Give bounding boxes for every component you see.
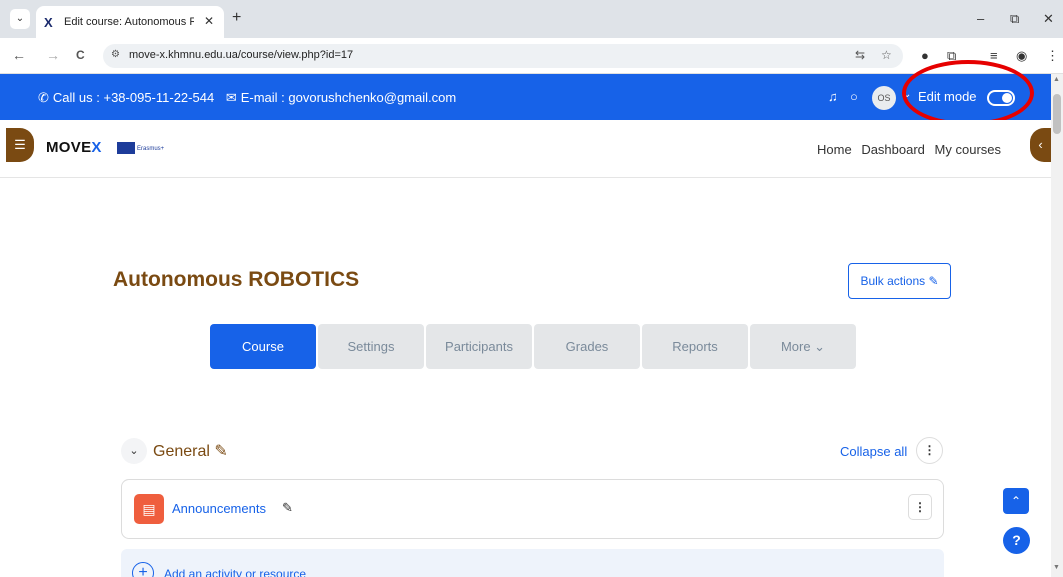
tab-settings[interactable]: Settings (318, 324, 424, 369)
bulk-actions-label: Bulk actions (860, 274, 926, 288)
omnibox[interactable]: ⚙ move-x.khmnu.edu.ua/course/view.php?id… (103, 44, 903, 68)
minimize-icon[interactable]: – (977, 11, 984, 26)
tab-participants[interactable]: Participants (426, 324, 532, 369)
messages-icon[interactable]: ○ (850, 89, 858, 104)
extension-icon[interactable]: ● (921, 48, 929, 63)
browser-tab[interactable]: X Edit course: Autonomous ROBOTICS ✕ (36, 6, 224, 38)
scroll-down-arrow-icon[interactable]: ▼ (1053, 564, 1060, 571)
bulk-actions-button[interactable]: Bulk actions ✎ (848, 263, 951, 299)
tab-course[interactable]: Course (210, 324, 316, 369)
site-top-bar: ✆ Call us : +38-095-11-22-544 ✉ E-mail : g… (0, 74, 1051, 120)
section-edit-pencil-icon[interactable]: ✎ (214, 443, 227, 460)
nav-my-courses[interactable]: My courses (935, 142, 1001, 157)
primary-navigation: Home Dashboard My courses (817, 142, 1007, 157)
section-name[interactable]: General (153, 443, 210, 460)
profile-icon[interactable]: ◉ (1016, 48, 1027, 64)
nav-dashboard[interactable]: Dashboard (861, 142, 925, 157)
collapse-all-link[interactable]: Collapse all (840, 444, 907, 459)
reload-icon[interactable]: C (76, 48, 85, 62)
scroll-up-arrow-icon[interactable]: ▲ (1053, 76, 1060, 83)
close-window-icon[interactable]: ✕ (1043, 11, 1054, 27)
tab-grades[interactable]: Grades (534, 324, 640, 369)
forum-icon: ▤ (134, 494, 164, 524)
tab-close-icon[interactable]: ✕ (204, 14, 214, 28)
add-activity-label[interactable]: Add an activity or resource (164, 567, 306, 577)
bookmark-star-icon[interactable]: ☆ (881, 48, 892, 62)
page-scrollbar[interactable]: ▲ ▼ (1051, 74, 1063, 577)
forward-icon[interactable]: → (46, 47, 60, 63)
new-tab-button[interactable]: + (232, 9, 241, 27)
tab-title: Edit course: Autonomous ROBOTICS (64, 16, 194, 28)
erasmus-label: Erasmus+ (137, 146, 165, 152)
back-to-top-chevron-up-icon[interactable]: ⌃ (1003, 488, 1029, 514)
notifications-bell-icon[interactable]: ♫ (828, 89, 838, 104)
site-info-icon[interactable]: ⚙ (111, 49, 120, 60)
email-label[interactable]: E-mail : govorushchenko@gmail.com (241, 90, 457, 105)
translate-icon[interactable]: ⇆ (855, 48, 865, 62)
restore-icon[interactable]: ⧉ (1010, 11, 1019, 27)
help-question-icon[interactable]: ? (1003, 527, 1030, 554)
activity-actions-kebab-icon[interactable]: ⋮ (908, 494, 932, 520)
section-title[interactable]: General ✎ (153, 441, 228, 461)
back-icon[interactable]: ← (12, 47, 26, 63)
url-text[interactable]: move-x.khmnu.edu.ua/course/view.php?id=1… (129, 49, 353, 61)
phone-icon: ✆ (38, 90, 49, 105)
block-drawer-chevron-left-icon[interactable]: ‹ (1030, 128, 1051, 162)
mail-icon: ✉ (225, 90, 237, 105)
section-collapse-chevron-down-icon[interactable]: ⌄ (121, 438, 147, 464)
user-avatar[interactable]: OS (872, 86, 896, 110)
add-plus-icon[interactable]: + (132, 562, 154, 577)
browser-tab-bar: ⌄ X Edit course: Autonomous ROBOTICS ✕ +… (0, 0, 1063, 38)
site-logo[interactable]: MOVEX (46, 139, 102, 156)
course-secondary-navigation: Course Settings Participants Grades Repo… (210, 324, 856, 369)
activity-card: ▤ Announcements ✎ ⋮ (121, 479, 944, 539)
browser-menu-icon[interactable]: ⋮ (1046, 48, 1059, 64)
activity-edit-pencil-icon[interactable]: ✎ (282, 500, 293, 516)
phone-label[interactable]: Call us : +38-095-11-22-544 (53, 90, 214, 105)
contact-info: ✆ Call us : +38-095-11-22-544 ✉ E-mail : g… (38, 90, 456, 106)
tab-reports[interactable]: Reports (642, 324, 748, 369)
section-actions-kebab-icon[interactable]: ⋮ (916, 437, 943, 464)
tab-list-chevron-down-icon[interactable]: ⌄ (10, 9, 30, 29)
pencil-icon: ✎ (928, 274, 939, 288)
nav-home[interactable]: Home (817, 142, 852, 157)
site-navbar: ☰ MOVEX Erasmus+ Home Dashboard My cours… (0, 120, 1051, 178)
reading-list-icon[interactable]: ≡ (990, 48, 998, 63)
scrollbar-thumb[interactable] (1053, 94, 1061, 134)
activity-name[interactable]: Announcements (172, 501, 266, 516)
add-activity-row[interactable]: + Add an activity or resource (121, 549, 944, 577)
tab-more[interactable]: More ⌄ (750, 324, 856, 369)
page-title: Autonomous ROBOTICS (113, 268, 360, 291)
eu-flag-icon (117, 142, 135, 154)
annotation-highlight-ring (902, 60, 1034, 126)
address-bar-row: ← → C ⚙ move-x.khmnu.edu.ua/course/view.… (0, 38, 1063, 74)
favicon-icon: X (44, 15, 53, 30)
course-index-drawer-button[interactable]: ☰ (6, 128, 34, 162)
